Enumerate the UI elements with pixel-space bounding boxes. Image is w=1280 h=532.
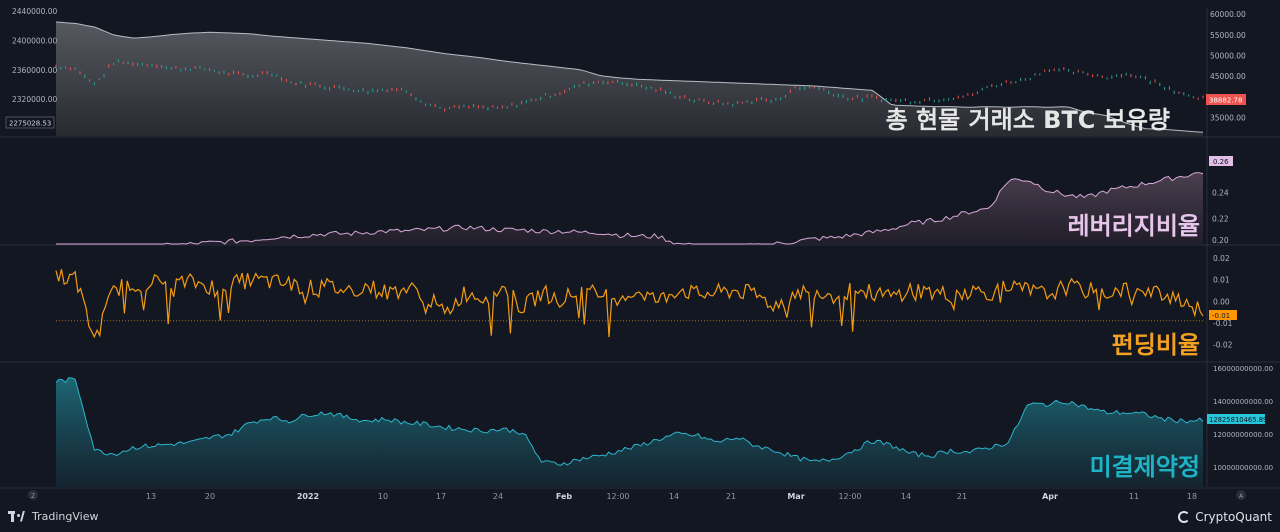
funding-tick-label: 0.02	[1213, 254, 1230, 263]
price-last-value: 38882.78	[1209, 97, 1242, 105]
funding-tick-label: 0.00	[1213, 297, 1230, 306]
left-tick-label: 2360000.00	[12, 66, 58, 75]
right-tick-label: 45000.00	[1210, 72, 1246, 81]
x-tick-label: 20	[205, 492, 215, 501]
panel-title-reserve: 총 현물 거래소 BTC 보유량	[886, 106, 1170, 134]
x-tick-label: 18	[1187, 492, 1197, 501]
left-last-value: 2275028.53	[9, 120, 51, 128]
right-tick-label: 60000.00	[1210, 10, 1246, 19]
x-tick-label: 12:00	[838, 492, 861, 501]
tradingview-icon	[8, 510, 26, 523]
cryptoquant-logo[interactable]: CryptoQuant	[1178, 510, 1272, 524]
funding-tick-label: -0.01	[1213, 319, 1233, 328]
panel-background	[0, 246, 1280, 361]
funding-tick-label: 0.01	[1213, 276, 1230, 285]
chart-root: { "chart_data": [ { "type": "area", "pan…	[0, 0, 1280, 528]
open-interest-tick-label: 16000000000.00	[1213, 365, 1273, 373]
open-interest-tick-label: 10000000000.00	[1213, 464, 1273, 472]
x-tick-label: Apr	[1042, 492, 1058, 501]
funding-last-value: -0.01	[1212, 312, 1230, 320]
x-tick-label: 14	[669, 492, 679, 501]
left-tick-label: 2440000.00	[12, 7, 58, 16]
x-tick-label: 17	[436, 492, 446, 501]
x-tick-label: 10	[378, 492, 388, 501]
x-tick-label: 12:00	[606, 492, 629, 501]
open-interest-tick-label: 14000000000.00	[1213, 398, 1273, 406]
x-tick-label: 13	[146, 492, 156, 501]
cryptoquant-label: CryptoQuant	[1195, 510, 1272, 524]
x-tick-label: Feb	[556, 492, 573, 501]
leverage-tick-label: 0.20	[1212, 236, 1229, 245]
leverage-last-value: 0.26	[1213, 158, 1229, 166]
x-tick-label: 14	[901, 492, 911, 501]
panel-title-open-interest: 미결제약정	[1090, 453, 1200, 481]
open-interest-last-value: 12825810465.89	[1209, 416, 1267, 424]
footer-bar	[0, 507, 1280, 528]
right-tick-label: 55000.00	[1210, 31, 1246, 40]
left-badge-label: Z	[31, 493, 35, 500]
x-tick-label: 24	[493, 492, 503, 501]
panel-title-funding: 펀딩비율	[1112, 331, 1200, 359]
x-tick-label: 21	[957, 492, 967, 501]
x-tick-label: 11	[1129, 492, 1139, 501]
open-interest-tick-label: 12000000000.00	[1213, 431, 1273, 439]
chart-svg: 2440000.00 2400000.00 2360000.00 2320000.00…	[0, 7, 1280, 501]
left-tick-label: 2320000.00	[12, 95, 58, 104]
leverage-tick-label: 0.22	[1212, 214, 1229, 223]
x-tick-label: 21	[726, 492, 736, 501]
cryptoquant-icon	[1178, 511, 1191, 523]
funding-tick-label: -0.02	[1213, 341, 1233, 350]
panel-title-leverage: 레버리지비율	[1068, 212, 1200, 240]
x-tick-label: Mar	[787, 492, 804, 501]
right-tick-label: 35000.00	[1210, 113, 1246, 122]
right-tick-label: 50000.00	[1210, 51, 1246, 60]
tradingview-logo[interactable]: TradingView	[8, 510, 98, 523]
tradingview-label: TradingView	[32, 510, 99, 523]
left-tick-label: 2400000.00	[12, 36, 58, 45]
leverage-tick-label: 0.24	[1212, 189, 1229, 198]
x-tick-label: 2022	[297, 492, 319, 501]
